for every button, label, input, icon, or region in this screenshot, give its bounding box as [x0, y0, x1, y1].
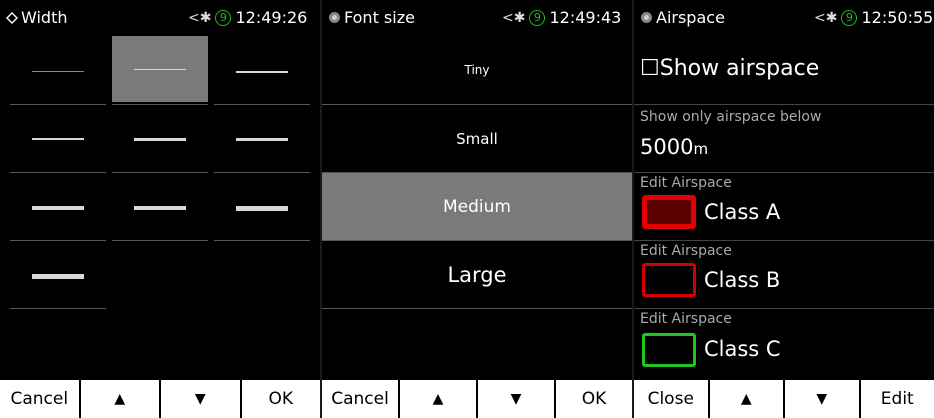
font-option-tiny[interactable]: Tiny [322, 36, 632, 103]
cancel-button[interactable]: Cancel [0, 380, 79, 418]
show-below-label: Show only airspace below [640, 109, 822, 125]
class-a-swatch [642, 195, 696, 229]
class-c-swatch [642, 333, 696, 367]
show-below-setting[interactable]: Show only airspace below 5000m [634, 105, 934, 173]
edit-airspace-class-b[interactable]: Edit Airspace Class B [634, 241, 934, 309]
button-bar: Close ▲ ▼ Edit [634, 380, 934, 418]
width-option[interactable] [214, 38, 310, 104]
diamond-icon [6, 9, 18, 28]
status-right: <✱ 9 12:49:26 [188, 8, 307, 27]
up-button[interactable]: ▲ [400, 380, 476, 418]
panel-title: Font size [328, 8, 415, 28]
width-option-selected[interactable] [112, 36, 208, 102]
width-option[interactable] [10, 173, 106, 239]
ok-button[interactable]: OK [556, 380, 632, 418]
clock: 12:50:55 [861, 8, 934, 27]
satellite-count-icon: 9 [841, 9, 858, 26]
down-button[interactable]: ▼ [478, 380, 554, 418]
font-option-medium[interactable]: Medium [322, 173, 632, 240]
panel-title: Width [6, 8, 67, 28]
width-option[interactable] [112, 105, 208, 171]
status-right: <✱ 9 12:50:55 [814, 8, 933, 27]
status-right: <✱ 9 12:49:43 [502, 8, 621, 27]
status-bar: Font size <✱ 9 12:49:43 [322, 0, 632, 36]
bluetooth-icon: <✱ [814, 9, 838, 26]
width-panel: Width <✱ 9 12:49:26 Cancel ▲ ▼ OK [0, 0, 320, 418]
radio-icon [328, 9, 341, 28]
bluetooth-icon: <✱ [188, 9, 212, 26]
up-button[interactable]: ▲ [80, 380, 159, 418]
button-bar: Cancel ▲ ▼ OK [322, 380, 632, 418]
airspace-panel: Airspace <✱ 9 12:50:55 ☐Show airspace Sh… [634, 0, 934, 418]
close-button[interactable]: Close [634, 380, 708, 418]
font-size-panel: Font size <✱ 9 12:49:43 Tiny Small Mediu… [322, 0, 632, 418]
show-airspace-label: ☐Show airspace [640, 56, 820, 81]
bluetooth-icon: <✱ [502, 9, 526, 26]
font-option-large[interactable]: Large [322, 241, 632, 308]
panel-title: Airspace [640, 8, 725, 28]
button-bar: Cancel ▲ ▼ OK [0, 380, 320, 418]
ok-button[interactable]: OK [241, 380, 320, 418]
edit-airspace-class-a[interactable]: Edit Airspace Class A [634, 173, 934, 241]
edit-airspace-label: Edit Airspace [640, 311, 732, 327]
width-option[interactable] [10, 241, 106, 307]
satellite-count-icon: 9 [215, 9, 232, 26]
cancel-button[interactable]: Cancel [322, 380, 398, 418]
up-button[interactable]: ▲ [709, 380, 783, 418]
font-option-small[interactable]: Small [322, 105, 632, 172]
status-bar: Airspace <✱ 9 12:50:55 [634, 0, 934, 36]
edit-airspace-label: Edit Airspace [640, 243, 732, 259]
edit-airspace-label: Edit Airspace [640, 175, 732, 191]
width-option[interactable] [214, 173, 310, 239]
width-option[interactable] [112, 173, 208, 239]
radio-icon [640, 9, 653, 28]
down-button[interactable]: ▼ [161, 380, 240, 418]
class-a-label: Class A [704, 200, 781, 224]
width-option[interactable] [214, 105, 310, 171]
show-below-value: 5000m [640, 135, 709, 159]
class-b-swatch [642, 263, 696, 297]
clock: 12:49:43 [549, 8, 622, 27]
show-airspace-toggle[interactable]: ☐Show airspace [634, 36, 934, 104]
status-bar: Width <✱ 9 12:49:26 [0, 0, 320, 36]
width-option[interactable] [10, 105, 106, 171]
down-button[interactable]: ▼ [785, 380, 859, 418]
class-c-label: Class C [704, 337, 781, 361]
class-b-label: Class B [704, 268, 781, 292]
edit-airspace-class-c[interactable]: Edit Airspace Class C [634, 309, 934, 377]
edit-button[interactable]: Edit [860, 380, 934, 418]
width-option[interactable] [10, 38, 106, 104]
satellite-count-icon: 9 [529, 9, 546, 26]
clock: 12:49:26 [235, 8, 308, 27]
